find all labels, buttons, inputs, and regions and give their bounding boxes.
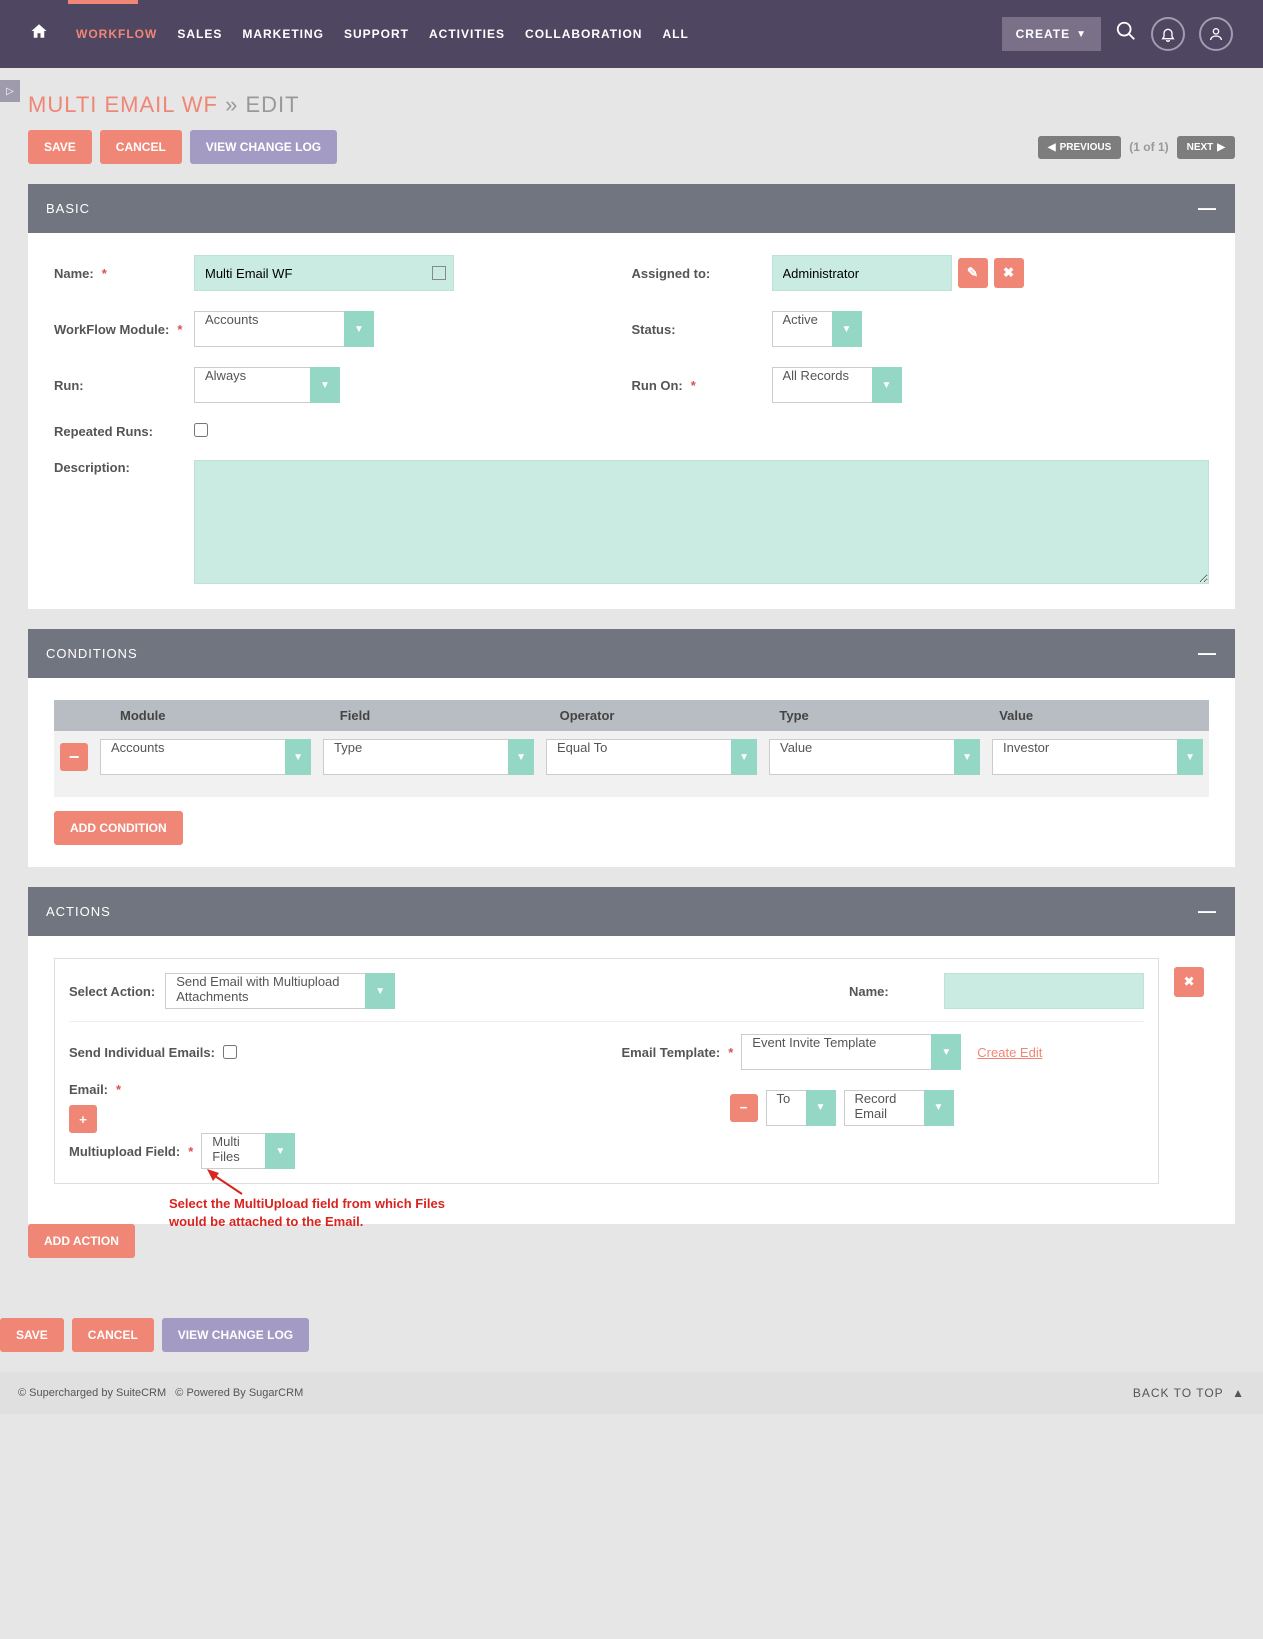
repeat-label: Repeated Runs:	[54, 424, 194, 439]
send-individual-checkbox[interactable]	[223, 1045, 237, 1059]
action-type-select[interactable]: Send Email with Multiupload Attachments	[165, 973, 365, 1009]
actions-panel-header: ACTIONS —	[28, 887, 1235, 936]
home-icon[interactable]	[30, 22, 48, 46]
nav-workflow[interactable]: WORKFLOW	[76, 27, 157, 41]
chevron-down-icon[interactable]: ▼	[310, 367, 340, 403]
condition-row: − Accounts▼ Type▼ Equal To▼ Value▼ Inves…	[54, 731, 1209, 797]
collapse-icon[interactable]: —	[1198, 643, 1217, 664]
sidebar-toggle[interactable]: ▷	[0, 80, 20, 102]
status-label: Status:	[632, 322, 772, 337]
assigned-select-button[interactable]: ✎	[958, 258, 988, 288]
user-icon[interactable]	[1199, 17, 1233, 51]
email-to-select[interactable]: To	[766, 1090, 806, 1126]
assigned-clear-button[interactable]: ✖	[994, 258, 1024, 288]
runon-select[interactable]: All Records	[772, 367, 872, 403]
remove-condition-button[interactable]: −	[60, 743, 88, 771]
chevron-down-icon[interactable]: ▼	[731, 739, 757, 775]
chevron-down-icon[interactable]: ▼	[924, 1090, 954, 1126]
save-button-bottom[interactable]: SAVE	[0, 1318, 64, 1352]
top-navbar: WORKFLOW SALES MARKETING SUPPORT ACTIVIT…	[0, 0, 1263, 68]
view-change-log-button[interactable]: VIEW CHANGE LOG	[190, 130, 337, 164]
action-item: ✖ Select Action: Send Email with Multiup…	[54, 958, 1159, 1184]
repeat-checkbox[interactable]	[194, 423, 208, 437]
email-template-select[interactable]: Event Invite Template	[741, 1034, 931, 1070]
add-condition-button[interactable]: ADD CONDITION	[54, 811, 183, 845]
multiupload-label: Multiupload Field:*	[69, 1144, 193, 1159]
cancel-button[interactable]: CANCEL	[100, 130, 182, 164]
remove-email-button[interactable]: −	[730, 1094, 758, 1122]
email-record-select[interactable]: Record Email	[844, 1090, 924, 1126]
cond-type-select[interactable]: Value	[769, 739, 954, 775]
view-change-log-button-bottom[interactable]: VIEW CHANGE LOG	[162, 1318, 309, 1352]
name-label: Name:*	[54, 266, 194, 281]
description-label: Description:	[54, 460, 194, 475]
footer-credit-1: © Supercharged by SuiteCRM	[18, 1387, 166, 1399]
status-select[interactable]: Active	[772, 311, 832, 347]
runon-label: Run On:*	[632, 378, 772, 393]
chevron-down-icon[interactable]: ▼	[285, 739, 311, 775]
select-action-label: Select Action:	[69, 984, 155, 999]
collapse-icon[interactable]: —	[1198, 198, 1217, 219]
cancel-button-bottom[interactable]: CANCEL	[72, 1318, 154, 1352]
email-template-label: Email Template:*	[622, 1045, 734, 1060]
create-edit-link[interactable]: Create Edit	[977, 1045, 1042, 1060]
send-individual-label: Send Individual Emails:	[69, 1045, 215, 1060]
nav-marketing[interactable]: MARKETING	[242, 27, 324, 41]
chevron-down-icon[interactable]: ▼	[365, 973, 395, 1009]
run-select[interactable]: Always	[194, 367, 310, 403]
cond-operator-select[interactable]: Equal To	[546, 739, 731, 775]
assigned-input[interactable]	[772, 255, 952, 291]
delete-action-button[interactable]: ✖	[1174, 967, 1204, 997]
basic-panel-header: BASIC —	[28, 184, 1235, 233]
cond-field-select[interactable]: Type	[323, 739, 508, 775]
nav-sales[interactable]: SALES	[177, 27, 222, 41]
cond-module-select[interactable]: Accounts	[100, 739, 285, 775]
page-info: (1 of 1)	[1129, 140, 1168, 154]
chevron-down-icon[interactable]: ▼	[1177, 739, 1203, 775]
add-action-button[interactable]: ADD ACTION	[28, 1224, 135, 1258]
conditions-table-header: Module Field Operator Type Value	[54, 700, 1209, 731]
module-select[interactable]: Accounts	[194, 311, 344, 347]
chevron-down-icon[interactable]: ▼	[265, 1133, 295, 1169]
nav-support[interactable]: SUPPORT	[344, 27, 409, 41]
main-nav: WORKFLOW SALES MARKETING SUPPORT ACTIVIT…	[76, 27, 689, 41]
assigned-label: Assigned to:	[632, 266, 772, 281]
chevron-down-icon[interactable]: ▼	[806, 1090, 836, 1126]
chevron-down-icon[interactable]: ▼	[832, 311, 862, 347]
run-label: Run:	[54, 378, 194, 393]
nav-collaboration[interactable]: COLLABORATION	[525, 27, 642, 41]
email-label: Email:*	[69, 1082, 169, 1097]
annotation-text: Select the MultiUpload field from which …	[169, 1195, 469, 1231]
chevron-down-icon[interactable]: ▼	[872, 367, 902, 403]
nav-all[interactable]: ALL	[662, 27, 688, 41]
search-icon[interactable]	[1115, 20, 1137, 48]
save-button[interactable]: SAVE	[28, 130, 92, 164]
module-label: WorkFlow Module:*	[54, 322, 194, 337]
page-title: MULTI EMAIL WF » EDIT	[28, 68, 1235, 130]
footer-credit-2: © Powered By SugarCRM	[175, 1387, 303, 1399]
name-input[interactable]	[194, 255, 454, 291]
conditions-panel-header: CONDITIONS —	[28, 629, 1235, 678]
action-name-label: Name:	[849, 984, 934, 999]
action-name-input[interactable]	[944, 973, 1144, 1009]
chevron-down-icon[interactable]: ▼	[954, 739, 980, 775]
cond-value-select[interactable]: Investor	[992, 739, 1177, 775]
footer: © Supercharged by SuiteCRM © Powered By …	[0, 1372, 1263, 1414]
chevron-down-icon[interactable]: ▼	[931, 1034, 961, 1070]
nav-activities[interactable]: ACTIVITIES	[429, 27, 505, 41]
multiupload-select[interactable]: Multi Files	[201, 1133, 265, 1169]
back-to-top[interactable]: BACK TO TOP ▲	[1133, 1386, 1245, 1400]
notifications-icon[interactable]	[1151, 17, 1185, 51]
description-textarea[interactable]	[194, 460, 1209, 584]
chevron-down-icon[interactable]: ▼	[508, 739, 534, 775]
chevron-down-icon[interactable]: ▼	[344, 311, 374, 347]
collapse-icon[interactable]: —	[1198, 901, 1217, 922]
add-email-button[interactable]: +	[69, 1105, 97, 1133]
edit-name-icon[interactable]	[432, 266, 446, 280]
create-button[interactable]: CREATE▼	[1002, 17, 1101, 51]
next-button[interactable]: NEXT▶	[1177, 136, 1235, 159]
previous-button[interactable]: ◀PREVIOUS	[1038, 136, 1121, 159]
